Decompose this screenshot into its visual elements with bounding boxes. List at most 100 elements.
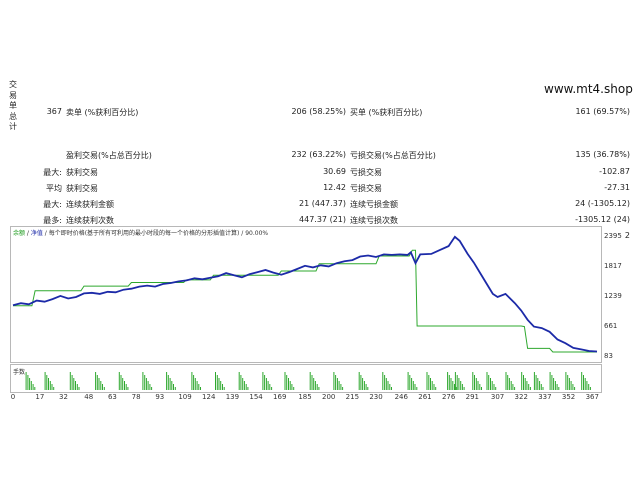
volume-bar bbox=[411, 378, 413, 390]
volume-bar bbox=[216, 375, 218, 390]
volume-bar bbox=[69, 372, 71, 390]
volume-bar bbox=[589, 387, 591, 390]
volume-bar bbox=[382, 372, 384, 390]
volume-bar bbox=[521, 372, 523, 390]
volume-bar bbox=[173, 384, 174, 390]
volume-bar bbox=[288, 378, 289, 390]
volume-bar bbox=[142, 372, 144, 390]
volume-bar bbox=[540, 384, 542, 390]
volume-bar bbox=[309, 372, 311, 390]
volume-bar bbox=[196, 381, 198, 390]
volume-bar bbox=[448, 375, 450, 390]
volume-bar bbox=[262, 372, 264, 390]
volume-bar bbox=[414, 384, 416, 390]
volume-bar bbox=[533, 372, 535, 390]
volume-bar bbox=[144, 375, 146, 390]
volume-bar bbox=[166, 372, 168, 390]
volume-bar bbox=[479, 384, 481, 390]
volume-bar bbox=[387, 381, 389, 390]
volume-bar bbox=[433, 384, 435, 390]
volume-bar bbox=[335, 375, 337, 390]
volume-bar bbox=[572, 384, 574, 390]
volume-bar bbox=[426, 372, 428, 390]
volume-bar bbox=[222, 384, 223, 390]
volume-bar bbox=[523, 375, 524, 390]
volume-bar bbox=[495, 387, 497, 390]
volume-bar bbox=[537, 378, 539, 390]
volume-bar bbox=[29, 378, 31, 390]
volume-bar bbox=[318, 387, 320, 390]
volume-bar bbox=[567, 375, 569, 390]
volume-bar bbox=[73, 378, 75, 390]
volume-bar bbox=[463, 387, 465, 390]
volume-bar bbox=[447, 372, 449, 390]
volume-bar bbox=[412, 381, 414, 390]
volume-bar bbox=[452, 381, 454, 390]
volume-bar bbox=[488, 375, 490, 390]
volume-bar bbox=[289, 381, 291, 390]
volume-bar bbox=[223, 387, 225, 390]
volume-bar bbox=[450, 378, 452, 390]
volume-bar bbox=[529, 387, 531, 390]
volume-bar bbox=[200, 387, 201, 390]
volume-bar bbox=[44, 372, 46, 390]
volume-bar bbox=[454, 372, 456, 390]
volume-bar bbox=[340, 384, 342, 390]
volume-bar bbox=[514, 387, 516, 390]
volume-bar bbox=[286, 375, 288, 390]
volume-bar bbox=[151, 387, 153, 390]
volume-bar bbox=[458, 378, 460, 390]
volume-bar bbox=[25, 372, 27, 390]
volume-bar bbox=[384, 375, 386, 390]
volume-bar bbox=[127, 387, 129, 390]
volume-bar bbox=[313, 378, 315, 390]
volume-bar bbox=[491, 381, 493, 390]
volume-bar bbox=[125, 384, 127, 390]
volume-bar bbox=[407, 372, 409, 390]
volume-bar bbox=[124, 381, 125, 390]
volume-bar bbox=[98, 378, 100, 390]
equity-line bbox=[12, 235, 598, 353]
volume-bar bbox=[220, 381, 222, 390]
volume-bar bbox=[428, 375, 430, 390]
volume-bar bbox=[528, 384, 530, 390]
volume-bar bbox=[169, 378, 171, 390]
volume-bar bbox=[78, 387, 80, 390]
volume-bar bbox=[95, 372, 97, 390]
volume-bar bbox=[198, 384, 200, 390]
volume-bar bbox=[267, 381, 269, 390]
volume-bar bbox=[360, 375, 362, 390]
volume-bar bbox=[193, 375, 195, 390]
volume-bar bbox=[51, 384, 53, 390]
volume-bar bbox=[365, 384, 367, 390]
volume-bar bbox=[551, 375, 553, 390]
volume-bar bbox=[526, 381, 528, 390]
volume-bar bbox=[474, 375, 475, 390]
volume-bar bbox=[100, 381, 102, 390]
volume-bar bbox=[490, 378, 491, 390]
volume-bar bbox=[367, 387, 369, 390]
volume-bar bbox=[269, 384, 271, 390]
volume-bar bbox=[265, 378, 267, 390]
volume-bar bbox=[583, 375, 584, 390]
volume-bar bbox=[385, 378, 387, 390]
volume-bar bbox=[120, 375, 122, 390]
volume-bar bbox=[456, 375, 458, 390]
volume-bar bbox=[539, 381, 541, 390]
volume-bar bbox=[103, 387, 105, 390]
volume-bar bbox=[147, 381, 149, 390]
volume-bar bbox=[565, 372, 567, 390]
volume-bar bbox=[53, 387, 55, 390]
volume-bar bbox=[264, 375, 266, 390]
volume-bar bbox=[508, 378, 510, 390]
volume-bar bbox=[245, 384, 247, 390]
volume-bar bbox=[271, 387, 273, 390]
volume-bar bbox=[247, 387, 249, 390]
volume-bar bbox=[32, 384, 34, 390]
volume-bar bbox=[49, 381, 51, 390]
volume-bar bbox=[284, 372, 286, 390]
volume-bar bbox=[215, 372, 216, 390]
volume-bar bbox=[174, 387, 176, 390]
volume-bar bbox=[435, 387, 437, 390]
volume-bar bbox=[102, 384, 103, 390]
